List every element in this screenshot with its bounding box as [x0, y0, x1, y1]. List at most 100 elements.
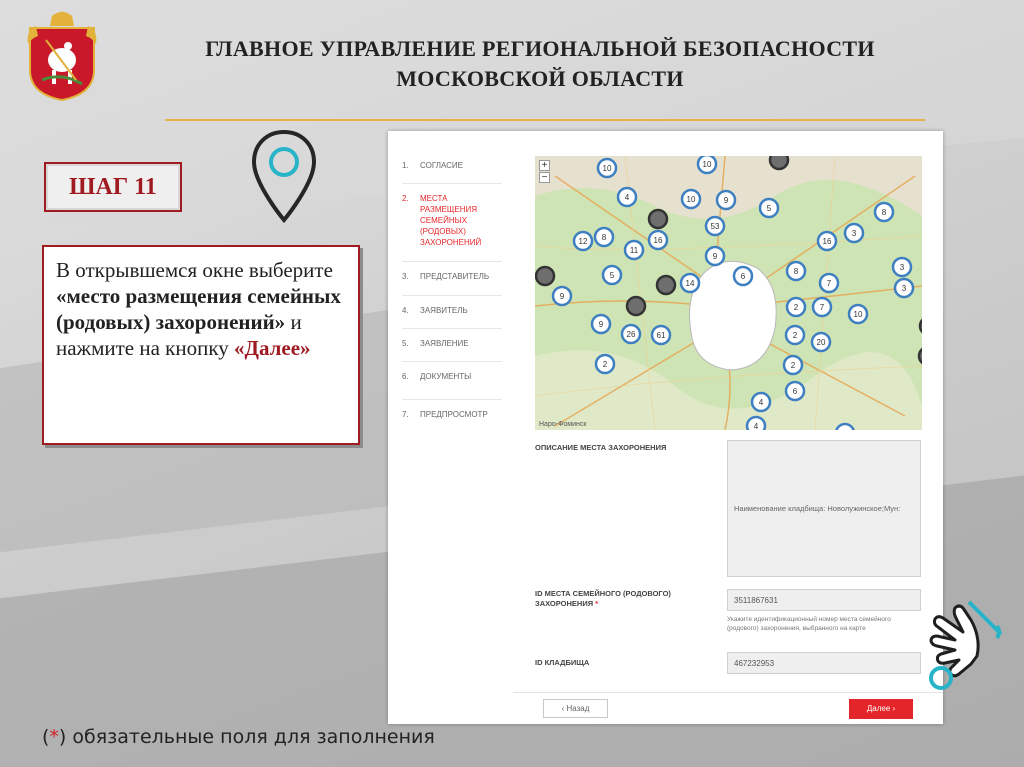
- map-cluster-marker[interactable]: 61: [650, 324, 672, 346]
- map-cluster-marker[interactable]: 16: [816, 230, 838, 252]
- map-cluster-marker[interactable]: 26: [620, 323, 642, 345]
- step-nav-item[interactable]: 2. МЕСТА РАЗМЕЩЕНИЯ СЕМЕЙНЫХ (РОДОВЫХ) ЗА…: [402, 193, 512, 248]
- footer-divider: [513, 692, 943, 693]
- step-label: ЗАЯВИТЕЛЬ: [420, 306, 468, 315]
- map-cluster-marker[interactable]: 8: [873, 201, 895, 223]
- map-cluster-marker[interactable]: 8: [785, 260, 807, 282]
- cluster-count: 10: [603, 164, 612, 173]
- step-separator: [402, 361, 502, 362]
- map-cluster-marker[interactable]: 11: [623, 239, 645, 261]
- map-cluster-marker[interactable]: 9: [715, 189, 737, 211]
- map-cluster-marker[interactable]: 4: [616, 186, 638, 208]
- step-separator: [402, 183, 502, 184]
- map-cluster-marker[interactable]: 7: [818, 272, 840, 294]
- step-nav-item[interactable]: 5. ЗАЯВЛЕНИЕ: [402, 338, 512, 349]
- step-separator: [402, 328, 502, 329]
- map-cluster-marker[interactable]: [647, 208, 669, 230]
- map-cluster-marker[interactable]: 6: [784, 380, 806, 402]
- map-cluster-marker[interactable]: 14: [679, 272, 701, 294]
- burial-id-input[interactable]: [727, 589, 921, 611]
- step-separator: [402, 261, 502, 262]
- cluster-count: 10: [687, 195, 696, 204]
- cluster-count: 6: [793, 387, 798, 396]
- step-number: 4.: [402, 306, 409, 315]
- step-nav-item[interactable]: 1. СОГЛАСИЕ: [402, 160, 512, 171]
- map-cluster-marker[interactable]: 2: [785, 296, 807, 318]
- cluster-count: 3: [902, 284, 907, 293]
- step-number: 6.: [402, 372, 409, 381]
- cluster-count: 9: [599, 320, 604, 329]
- map-canvas[interactable]: 10 104 10 95 853312 8 16 1611968 3514 7392 710926 6…: [535, 156, 922, 430]
- burial-id-hint: Укажите идентификационный номер места се…: [727, 616, 891, 632]
- map-cluster-marker[interactable]: 20: [810, 331, 832, 353]
- map-cluster-marker[interactable]: 9: [704, 245, 726, 267]
- map-cluster-marker[interactable]: 9: [590, 313, 612, 335]
- map-cluster-marker[interactable]: 2: [782, 354, 804, 376]
- cluster-count: 10: [841, 429, 850, 430]
- cluster-count: 12: [579, 237, 588, 246]
- map-cluster-marker[interactable]: 6: [732, 265, 754, 287]
- cluster-count: 2: [791, 361, 796, 370]
- required-star: *: [49, 726, 59, 748]
- step-label: СОГЛАСИЕ: [420, 161, 463, 170]
- zoom-in-button[interactable]: +: [539, 160, 550, 171]
- description-value: Наименование кладбища: Новолужинское;Мун…: [734, 504, 901, 513]
- cluster-circle: [655, 274, 677, 296]
- map-view[interactable]: 10 10 4 10 9 5 8 53 3 12 8 16 16 11 9 6 8 3 5 14 7 3 9 2 7 10 9 26 6…: [535, 156, 922, 430]
- map-cluster-marker[interactable]: 5: [601, 264, 623, 286]
- cluster-count: 5: [610, 271, 615, 280]
- map-cluster-marker[interactable]: 10: [847, 303, 869, 325]
- map-cluster-marker[interactable]: 4: [745, 415, 767, 430]
- step-nav-item[interactable]: 4. ЗАЯВИТЕЛЬ: [402, 305, 512, 316]
- map-cluster-marker[interactable]: 3: [893, 277, 915, 299]
- next-button[interactable]: Далее ›: [849, 699, 913, 719]
- map-cluster-marker[interactable]: 3: [891, 256, 913, 278]
- cluster-count: 3: [900, 263, 905, 272]
- description-field[interactable]: Наименование кладбища: Новолужинское;Мун…: [727, 440, 921, 577]
- map-cluster-marker[interactable]: [625, 295, 647, 317]
- title-line-1: ГЛАВНОЕ УПРАВЛЕНИЕ РЕГИОНАЛЬНОЙ БЕЗОПАСН…: [205, 36, 875, 61]
- map-cluster-marker[interactable]: 7: [811, 296, 833, 318]
- map-cluster-marker[interactable]: 10: [696, 156, 718, 175]
- application-window: 1. СОГЛАСИЕ 2. МЕСТА РАЗМЕЩЕНИЯ СЕМЕЙНЫХ (Р…: [388, 131, 943, 724]
- page-title: ГЛАВНОЕ УПРАВЛЕНИЕ РЕГИОНАЛЬНОЙ БЕЗОПАСН…: [120, 34, 960, 94]
- map-cluster-marker[interactable]: 4: [750, 391, 772, 413]
- map-cluster-marker[interactable]: 53: [704, 215, 726, 237]
- map-cluster-marker[interactable]: 10: [596, 157, 618, 179]
- pointing-hand-icon: [929, 600, 1003, 690]
- burial-id-label: ID МЕСТА СЕМЕЙНОГО (РОДОВОГО) ЗАХОРОНЕНИ…: [535, 589, 690, 609]
- map-cluster-marker[interactable]: 12: [572, 230, 594, 252]
- zoom-out-button[interactable]: −: [539, 172, 550, 183]
- step-label: МЕСТА РАЗМЕЩЕНИЯ СЕМЕЙНЫХ (РОДОВЫХ) ЗАХО…: [420, 194, 482, 247]
- step-badge: ШАГ 11: [44, 162, 182, 212]
- step-nav-item[interactable]: 3. ПРЕДСТАВИТЕЛЬ: [402, 271, 512, 282]
- title-line-2: МОСКОВСКОЙ ОБЛАСТИ: [396, 66, 684, 91]
- instruction-box: В открывшемся окне выберите «место разме…: [42, 245, 360, 445]
- cemetery-id-input[interactable]: [727, 652, 921, 674]
- steps-nav: 1. СОГЛАСИЕ 2. МЕСТА РАЗМЕЩЕНИЯ СЕМЕЙНЫХ (Р…: [388, 131, 513, 724]
- cluster-count: 8: [794, 267, 799, 276]
- map-cluster-marker[interactable]: 9: [551, 285, 573, 307]
- map-cluster-marker[interactable]: 16: [647, 229, 669, 251]
- cluster-count: 4: [625, 193, 630, 202]
- map-cluster-marker[interactable]: [768, 156, 790, 171]
- step-nav-item[interactable]: 7. ПРЕДПРОСМОТР: [402, 409, 512, 420]
- cluster-count: 5: [767, 204, 772, 213]
- back-button[interactable]: ‹ Назад: [543, 699, 608, 718]
- step-number: 7.: [402, 410, 409, 419]
- cluster-count: 4: [754, 422, 759, 430]
- cluster-count: 9: [560, 292, 565, 301]
- map-cluster-marker[interactable]: [655, 274, 677, 296]
- map-cluster-marker[interactable]: 8: [593, 226, 615, 248]
- map-cluster-marker[interactable]: 2: [594, 353, 616, 375]
- cluster-count: 10: [703, 160, 712, 169]
- map-cluster-marker[interactable]: 10: [680, 188, 702, 210]
- step-label: ЗАЯВЛЕНИЕ: [420, 339, 469, 348]
- cluster-count: 2: [794, 303, 799, 312]
- map-cluster-marker[interactable]: 2: [784, 324, 806, 346]
- map-cluster-marker[interactable]: 3: [843, 222, 865, 244]
- map-cluster-marker[interactable]: [535, 265, 556, 287]
- cluster-count: 11: [630, 246, 639, 255]
- map-cluster-marker[interactable]: 5: [758, 197, 780, 219]
- step-nav-item[interactable]: 6. ДОКУМЕНТЫ: [402, 371, 512, 382]
